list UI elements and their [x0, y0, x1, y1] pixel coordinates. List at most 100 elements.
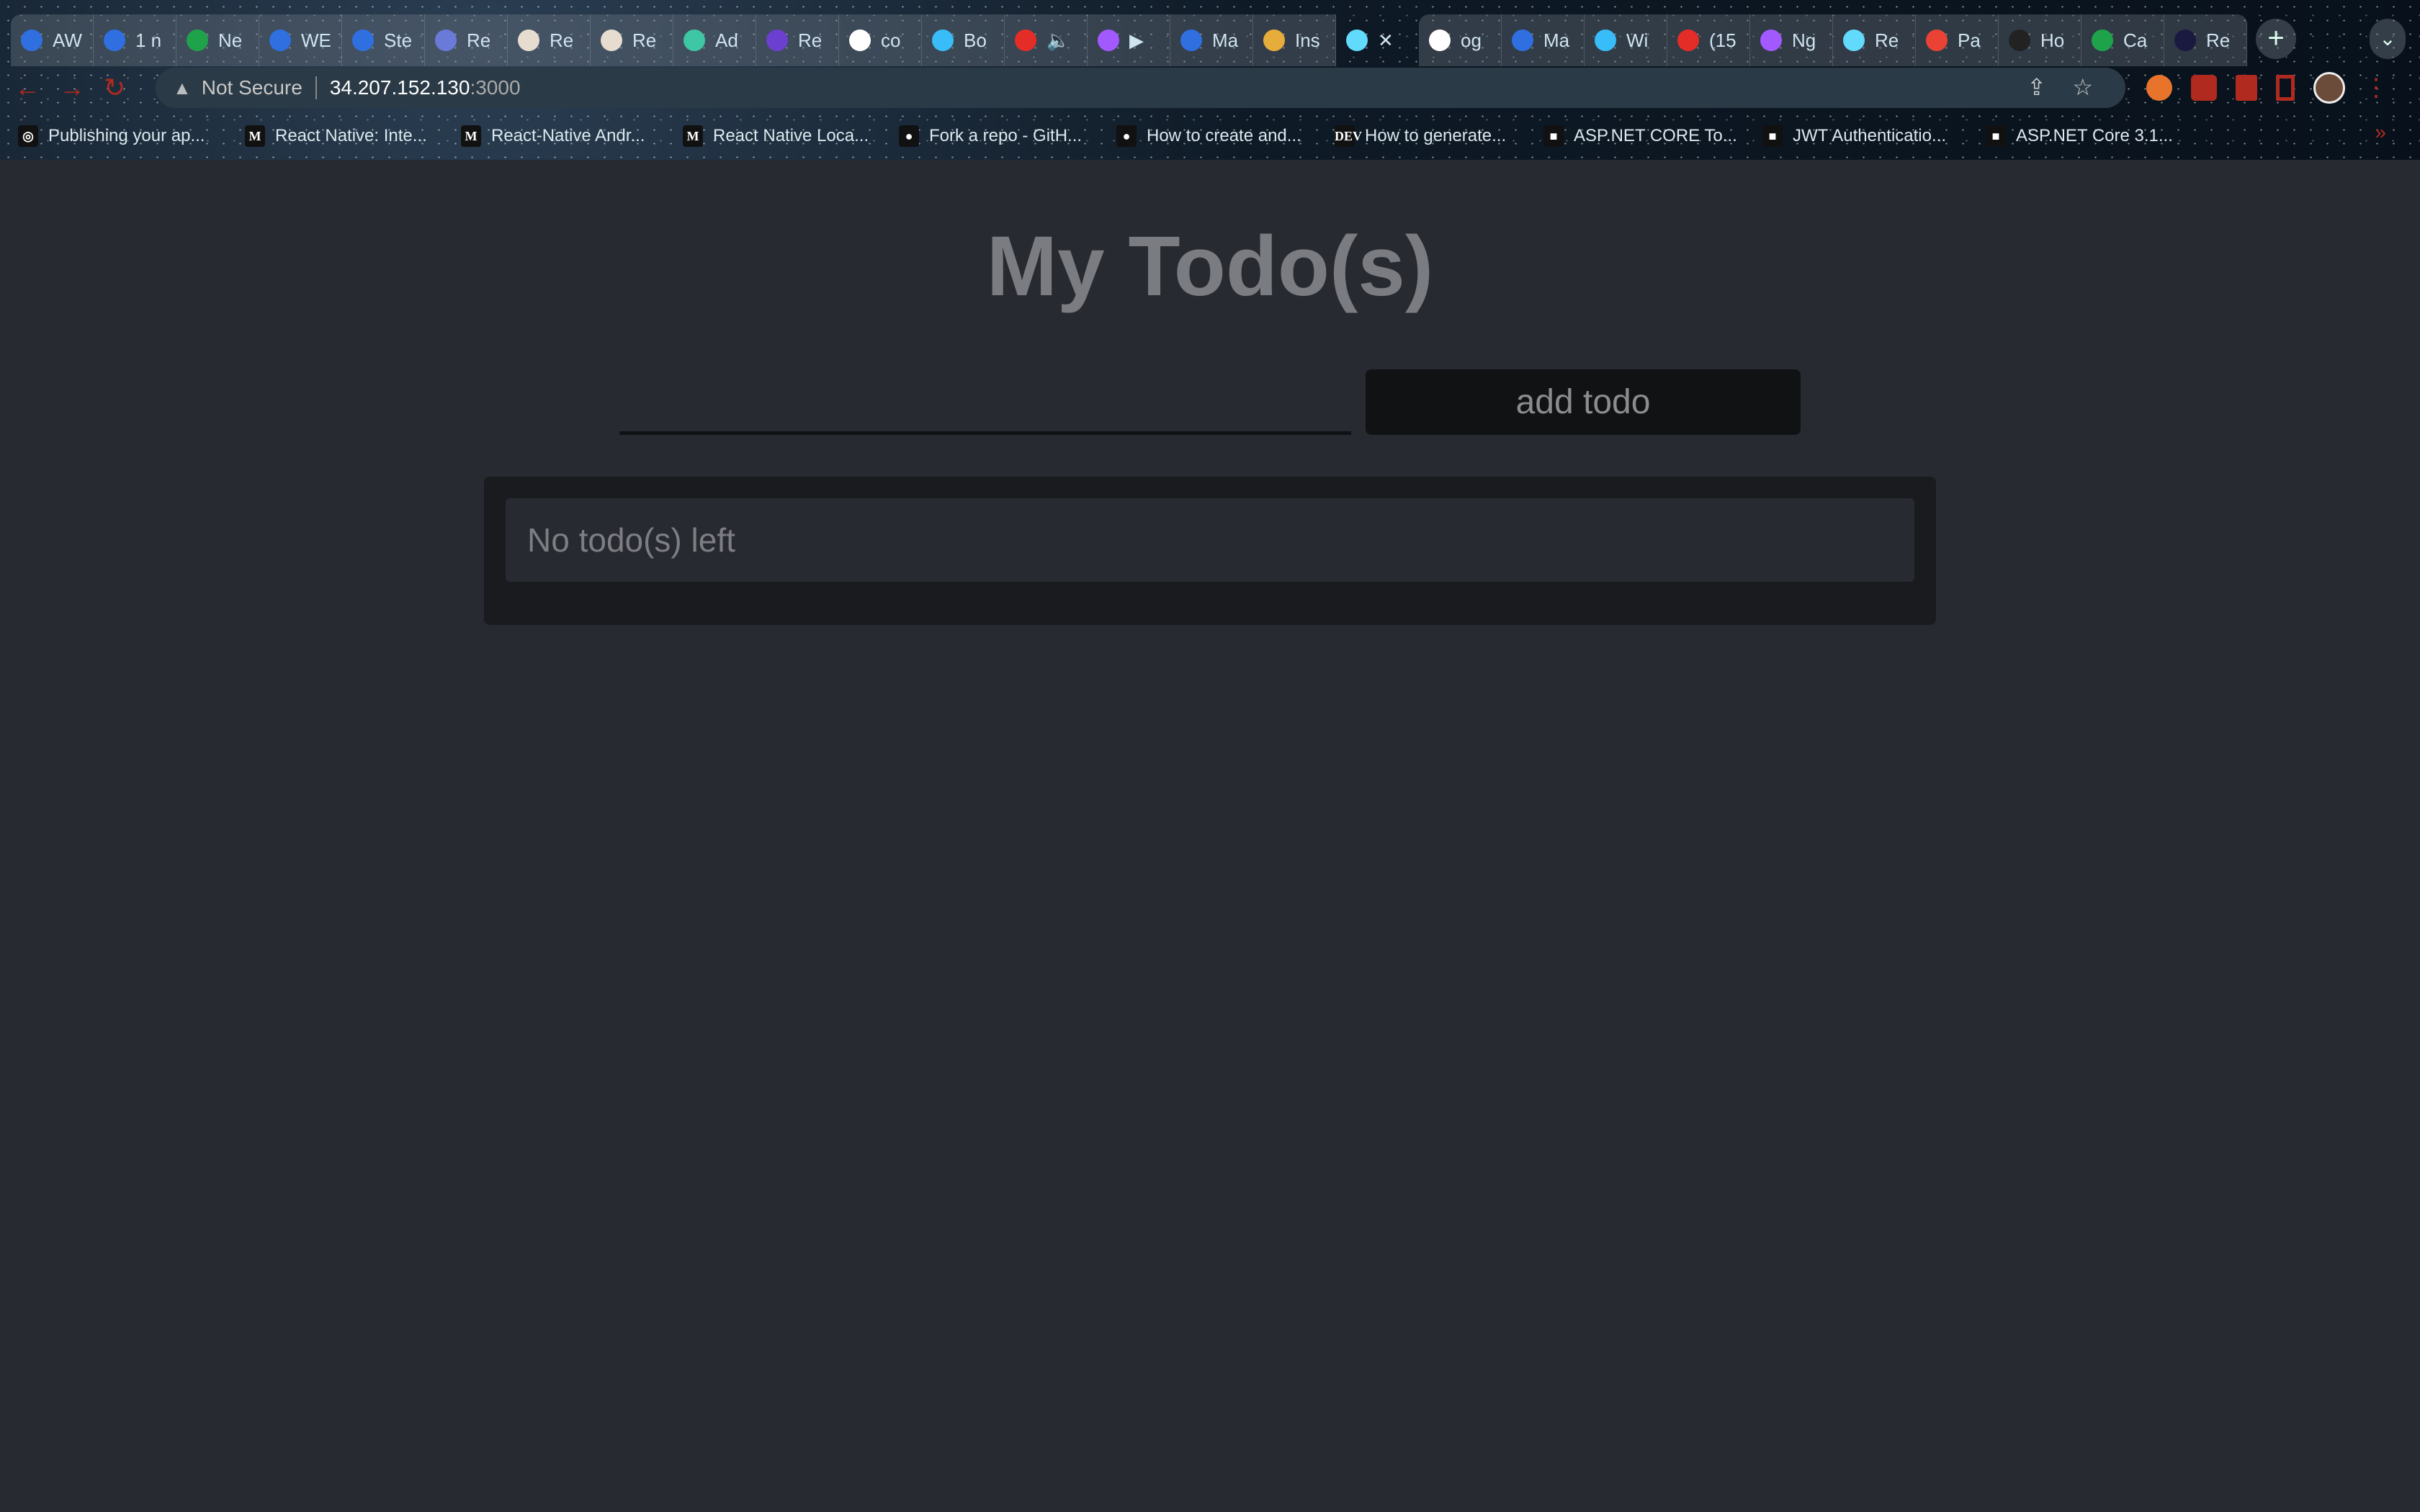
favicon-icon [1180, 30, 1202, 51]
bookmark-item[interactable]: ● How to create and... [1116, 121, 1301, 151]
tab[interactable]: Wi [1585, 14, 1667, 66]
more-bookmarks-icon[interactable]: » [2375, 121, 2386, 144]
bookmark-label: Publishing your ap... [48, 126, 205, 145]
browser-chrome: AW 1 n Ne WE Ste Re Re Re Ad Re co Bo 🔈 ▶ Ma Ins ✕ og Ma Wi… [0, 0, 2420, 160]
tab[interactable]: Ins [1253, 14, 1336, 66]
close-tab-icon[interactable]: ✕ [1378, 30, 1394, 52]
bookmark-favicon-icon: M [683, 125, 703, 147]
tab-label: Bo [964, 29, 987, 51]
bookmark-item[interactable]: M React Native: Inte... [245, 121, 427, 151]
security-label[interactable]: Not Secure [202, 76, 302, 99]
tab-label: og [1461, 29, 1482, 51]
bookmark-item[interactable]: DEV How to generate... [1335, 121, 1506, 151]
tab-search-button[interactable]: ⌄ [2370, 19, 2406, 59]
forward-button[interactable]: → [59, 73, 85, 103]
tab[interactable]: co [839, 14, 922, 66]
tab[interactable]: Ca [2081, 14, 2164, 66]
tab[interactable]: 1 n [94, 14, 176, 66]
tab-label: 1 n [135, 29, 162, 51]
bookmark-item[interactable]: M React Native Loca... [683, 121, 869, 151]
bookmark-item[interactable]: M React-Native Andr... [461, 121, 645, 151]
tab[interactable]: WE [259, 14, 342, 66]
bookmark-label: Fork a repo - GitH... [929, 126, 1083, 145]
tab[interactable]: Ste [342, 14, 425, 66]
bookmark-favicon-icon: ■ [1543, 125, 1564, 147]
favicon-icon [1263, 30, 1285, 51]
tab[interactable]: Ho [1999, 14, 2081, 66]
tab-label: Re [550, 29, 574, 51]
address-bar[interactable]: ▲ Not Secure 34.207.152.130:3000 ⇪ ☆ [156, 68, 2125, 108]
tab[interactable]: ▶ [1088, 14, 1170, 66]
todo-input[interactable] [619, 369, 1351, 435]
tab[interactable]: Re [508, 14, 591, 66]
bookmark-item[interactable]: ◎ Publishing your ap... [18, 121, 205, 151]
bookmark-star-icon[interactable]: ☆ [2072, 73, 2093, 101]
tab-strip: AW 1 n Ne WE Ste Re Re Re Ad Re co Bo 🔈 ▶ Ma Ins ✕ og Ma Wi… [11, 14, 2247, 66]
media-icon[interactable] [2236, 75, 2257, 101]
bookmark-label: React Native: Inte... [275, 126, 427, 145]
warning-icon[interactable]: ▲ [173, 77, 192, 99]
tab[interactable]: Ng [1750, 14, 1833, 66]
share-icon[interactable]: ⇪ [2027, 73, 2046, 101]
avatar[interactable] [2313, 72, 2345, 104]
bookmark-label: ASP.NET Core 3.1... [2016, 126, 2173, 145]
favicon-icon [2174, 30, 2196, 51]
tab[interactable]: Re [2164, 14, 2247, 66]
bookmark-label: JWT Authenticatio... [1793, 126, 1946, 145]
favicon-icon [518, 30, 539, 51]
menu-icon[interactable]: ⋮ [2364, 73, 2388, 102]
empty-message: No todo(s) left [506, 498, 1914, 582]
reload-button[interactable]: ↻ [104, 73, 125, 103]
favicon-icon [1098, 30, 1119, 51]
back-button[interactable]: ← [14, 73, 40, 103]
sidepanel-icon[interactable] [2276, 75, 2295, 101]
puzzle-icon[interactable] [2191, 75, 2217, 101]
nav-buttons: ← → ↻ [14, 69, 125, 107]
bookmark-label: How to generate... [1365, 126, 1507, 145]
tab[interactable]: Ne [176, 14, 259, 66]
tab-active[interactable]: ✕ [1336, 14, 1419, 66]
bookmark-item[interactable]: ■ JWT Authenticatio... [1762, 121, 1946, 151]
tab-label: Ma [1212, 29, 1239, 51]
favicon-icon [352, 30, 374, 51]
todo-app: My Todo(s) add todo No todo(s) left [0, 160, 2420, 1512]
bookmark-item[interactable]: ■ ASP.NET CORE To... [1543, 121, 1737, 151]
favicon-icon [684, 30, 705, 51]
favicon-icon [269, 30, 291, 51]
tab[interactable]: Re [756, 14, 839, 66]
tab[interactable]: og [1419, 14, 1502, 66]
favicon-icon [601, 30, 622, 51]
tab[interactable]: Ad [673, 14, 756, 66]
tab[interactable]: Ma [1502, 14, 1585, 66]
bookmark-favicon-icon: ● [899, 125, 919, 147]
bookmark-favicon-icon: M [461, 125, 481, 147]
tab-label: AW [53, 29, 82, 51]
tab[interactable]: Ma [1170, 14, 1253, 66]
bookmark-label: How to create and... [1147, 126, 1301, 145]
favicon-icon [187, 30, 208, 51]
tab[interactable]: (15 [1667, 14, 1750, 66]
tab-label: Wi [1626, 29, 1649, 51]
tab[interactable]: Re [1833, 14, 1916, 66]
tab-label: Ng [1792, 29, 1816, 51]
favicon-icon [104, 30, 125, 51]
favicon-icon [766, 30, 788, 51]
todo-list: No todo(s) left [484, 477, 1936, 625]
bookmark-item[interactable]: ● Fork a repo - GitH... [899, 121, 1082, 151]
bookmark-favicon-icon: ■ [1762, 125, 1783, 147]
favicon-icon [932, 30, 954, 51]
tab[interactable]: Re [425, 14, 508, 66]
bookmark-item[interactable]: ■ ASP.NET Core 3.1... [1986, 121, 2173, 151]
tab[interactable]: Re [591, 14, 673, 66]
new-tab-button[interactable]: + [2256, 19, 2296, 59]
tab[interactable]: Pa [1916, 14, 1999, 66]
extension-icon[interactable] [2146, 75, 2172, 101]
tab-label: (15 [1709, 29, 1736, 51]
tab[interactable]: Bo [922, 14, 1005, 66]
tab[interactable]: AW [11, 14, 94, 66]
tab-label: Re [1875, 29, 1899, 51]
add-todo-button[interactable]: add todo [1366, 369, 1801, 435]
tab[interactable]: 🔈 [1005, 14, 1088, 66]
bookmarks-bar: » ◎ Publishing your ap... M React Native: I… [18, 121, 2395, 151]
bookmark-favicon-icon: M [245, 125, 265, 147]
